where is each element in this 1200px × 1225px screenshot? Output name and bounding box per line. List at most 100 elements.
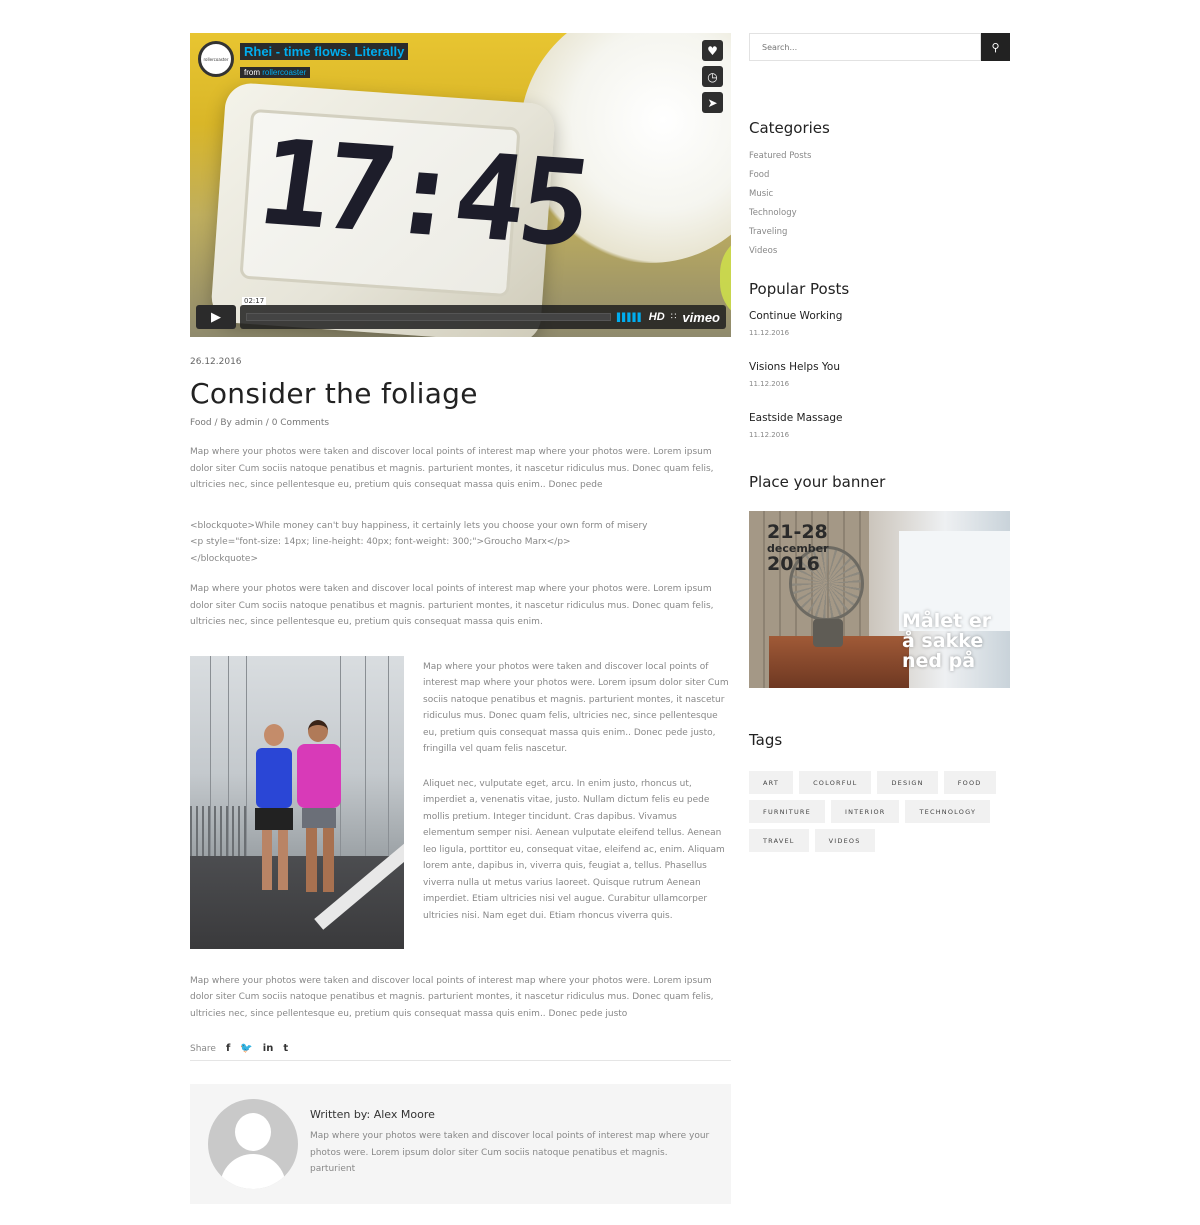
categories-title: Categories [749,119,830,137]
tag-item[interactable]: COLORFUL [799,771,872,794]
popular-posts-title: Popular Posts [749,280,850,298]
banner-title: Place your banner [749,473,886,491]
video-track[interactable] [246,313,612,321]
post-paragraph: Map where your photos were taken and dis… [190,584,714,627]
video-from-user[interactable]: rollercoaster [262,68,306,77]
post-author-link[interactable]: By admin [220,418,263,428]
tag-item[interactable]: VIDEOS [814,829,875,852]
video-time: 02:17 [242,297,267,305]
banner-date-range: 21-28 [767,521,828,543]
popular-post-item: Eastside Massage 11.12.2016 [749,412,1010,439]
post-quote: <blockquote>While money can't buy happin… [190,518,731,568]
tag-item[interactable]: TECHNOLOGY [905,800,991,823]
popular-post-title[interactable]: Continue Working [749,310,1010,322]
quote-line: </blockquote> [190,553,258,564]
popular-post-title[interactable]: Eastside Massage [749,412,1010,424]
popular-post-date: 11.12.2016 [749,431,790,439]
avatar [208,1099,298,1189]
banner-slogan-line: Målet er [902,610,992,632]
video-from-label: from [244,68,260,77]
channel-logo[interactable]: rollercoaster [198,41,234,77]
volume-icon[interactable]: ▌▌▌▌▌ [617,313,644,322]
runner-torso [256,747,292,808]
meta-separator: / [262,418,272,428]
category-item[interactable]: Technology [749,204,1010,223]
clock-icon[interactable]: ◷ [702,66,723,87]
post-paragraph: Aliquet nec, vulputate eget, arcu. In en… [423,778,725,921]
facebook-icon[interactable]: f [226,1043,230,1054]
bridge-cable [388,655,389,856]
search-input[interactable] [749,33,981,61]
post-date: 26.12.2016 [190,357,242,367]
tag-item[interactable]: FOOD [943,771,996,794]
post-meta: Food / By admin / 0 Comments [190,418,731,428]
tag-cloud: ART COLORFUL DESIGN FOOD FURNITURE INTER… [749,771,1010,852]
avatar-head [235,1113,271,1151]
popular-posts-widget: Popular Posts Continue Working 11.12.201… [749,280,1010,439]
video-from: from rollercoaster [240,67,311,78]
runner-head [264,723,284,746]
tag-item[interactable]: INTERIOR [830,800,900,823]
popular-post-item: Visions Helps You 11.12.2016 [749,361,1010,388]
bridge-cable [365,655,366,856]
runners-image [190,655,404,949]
banner-ad[interactable]: 21-28 december 2016 Målet er å sakke ned… [749,511,1010,688]
author-name: Written by: Alex Moore [310,1108,435,1121]
category-item[interactable]: Videos [749,242,1010,261]
video-badge: rollercoaster Rhei - time flows. Literal… [198,41,409,79]
runner-head [308,719,328,742]
play-icon[interactable]: ▶ [196,305,236,329]
video-controls: ▶ 02:17 ▌▌▌▌▌ HD ∷ vimeo [196,297,726,329]
hd-button[interactable]: HD [649,311,665,323]
video-player[interactable]: 17:45 rollercoaster Rhei - time flows. L… [190,33,731,337]
search-icon[interactable]: ⚲ [981,33,1010,61]
vimeo-logo[interactable]: vimeo [682,310,720,325]
post-comments-link[interactable]: 0 Comments [272,418,329,428]
popular-post-title[interactable]: Visions Helps You [749,361,1010,373]
post-category-link[interactable]: Food [190,418,212,428]
author-box: Written by: Alex Moore Map where your ph… [190,1084,731,1204]
category-item[interactable]: Music [749,185,1010,204]
tag-item[interactable]: ART [749,771,794,794]
video-progress-bar[interactable]: 02:17 ▌▌▌▌▌ HD ∷ vimeo [240,297,726,329]
twitter-icon[interactable]: 🐦 [240,1043,252,1054]
post-media-block: Map where your photos were taken and dis… [190,655,731,949]
media-text: Map where your photos were taken and dis… [423,656,731,949]
runner-legs [306,827,334,892]
sidebar: ⚲ Categories Featured Posts Food Music T… [749,33,1010,852]
post-title: Consider the foliage [190,377,478,410]
banner-slogan-line: ned på [902,650,976,672]
clock-digits: 17:45 [250,113,595,273]
avatar-body [220,1154,286,1189]
tag-item[interactable]: DESIGN [877,771,938,794]
banner-year: 2016 [767,553,820,575]
popular-post-item: Continue Working 11.12.2016 [749,310,1010,337]
quote-line: <p style="font-size: 14px; line-height: … [190,537,571,547]
post-paragraph: Map where your photos were taken and dis… [423,661,729,755]
category-item[interactable]: Traveling [749,223,1010,242]
linkedin-icon[interactable]: in [263,1043,274,1054]
runner-woman [294,719,344,910]
banner-dates: 21-28 december 2016 [767,523,829,574]
runner-torso [297,743,341,808]
main-content: 17:45 rollercoaster Rhei - time flows. L… [190,33,731,1204]
category-item[interactable]: Featured Posts [749,147,1010,166]
heart-icon[interactable]: ♥ [702,40,723,61]
category-item[interactable]: Food [749,166,1010,185]
search-form: ⚲ [749,33,1010,61]
tag-item[interactable]: FURNITURE [749,800,825,823]
runner-shorts [302,807,336,828]
tumblr-icon[interactable]: t [283,1043,288,1054]
quote-line: <blockquote>While money can't buy happin… [190,520,648,531]
post-paragraph: Map where your photos were taken and dis… [190,447,714,490]
tag-item[interactable]: TRAVEL [749,829,809,852]
video-side-buttons: ♥ ◷ ➤ [702,40,723,113]
send-icon[interactable]: ➤ [702,92,723,113]
fullscreen-icon[interactable]: ∷ [671,312,677,322]
banner-fan-base [813,619,843,647]
runner-legs [262,829,288,890]
post-paragraph: Map where your photos were taken and dis… [190,975,714,1019]
video-title[interactable]: Rhei - time flows. Literally [240,43,409,60]
share-bar: Share f 🐦 in t [190,1043,731,1061]
banner-slogan: Målet er å sakke ned på [902,611,991,671]
